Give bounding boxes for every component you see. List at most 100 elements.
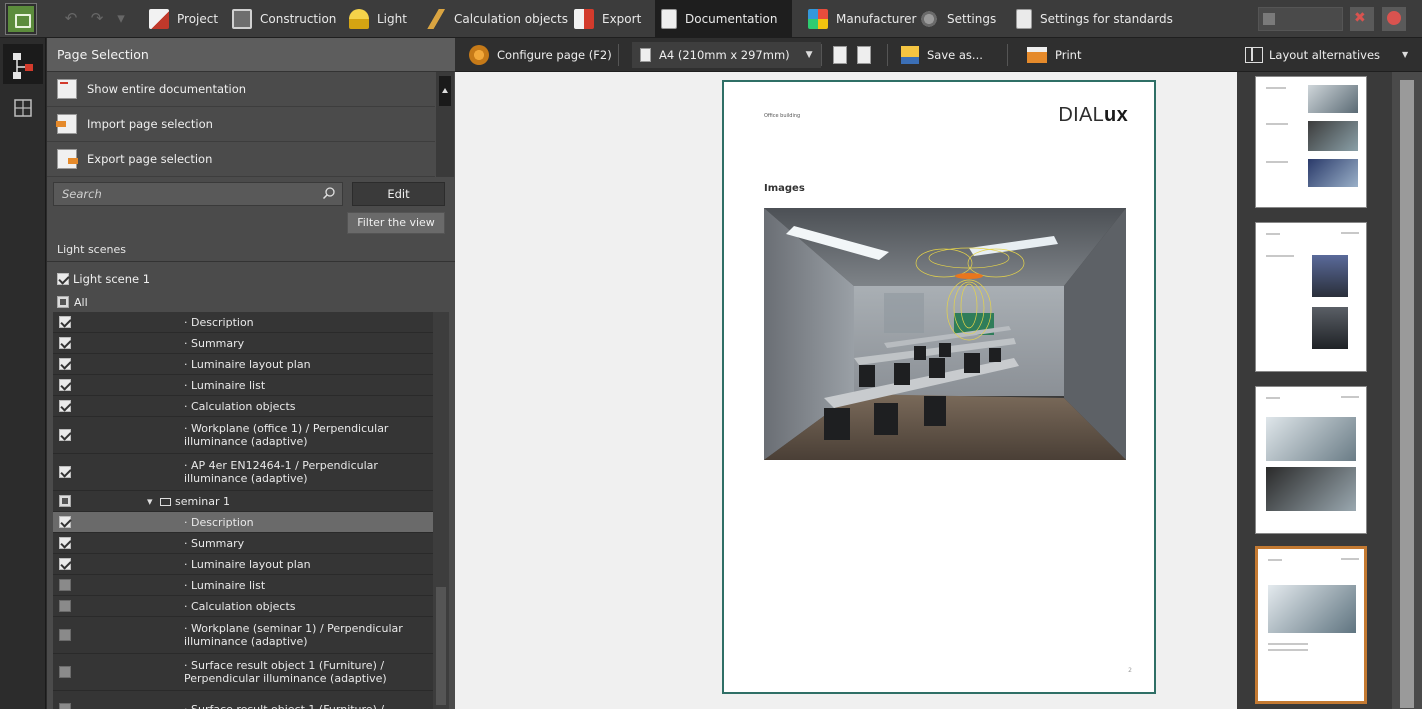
tree-folder-row[interactable]: ▾ 🗀 seminar 1 xyxy=(53,491,433,512)
all-label: All xyxy=(74,295,88,309)
page-navigation-button[interactable] xyxy=(857,38,871,72)
undo-icon[interactable]: ↶ xyxy=(62,10,80,26)
app-home-icon[interactable] xyxy=(5,3,37,35)
tree-row[interactable]: · Luminaire layout plan xyxy=(53,554,433,575)
app-menu-button[interactable] xyxy=(1382,7,1406,31)
configure-gear-icon xyxy=(469,45,489,65)
save-as-label: Save as... xyxy=(927,48,983,62)
thumbnails-view-button[interactable] xyxy=(3,88,43,128)
tree-row-label: · Calculation objects xyxy=(184,399,296,413)
show-entire-documentation-button[interactable]: Show entire documentation xyxy=(47,72,435,107)
layout-scrollbar[interactable] xyxy=(1392,72,1422,709)
checkbox-partial-icon[interactable] xyxy=(57,296,69,308)
layout-thumbnail-2[interactable] xyxy=(1255,222,1367,372)
tree-row-label: · Luminaire list xyxy=(184,378,266,392)
checkbox-partial-icon[interactable] xyxy=(59,495,71,507)
checkbox-checked-icon[interactable] xyxy=(59,466,71,478)
checkbox-checked-icon[interactable] xyxy=(59,358,71,370)
search-icon[interactable] xyxy=(322,186,336,200)
tree-row[interactable]: · Surface result object 1 (Furniture) / xyxy=(53,691,433,709)
layout-alternatives-dropdown[interactable]: Layout alternatives ▼ xyxy=(1237,38,1422,72)
menu-export[interactable]: Export xyxy=(568,0,647,38)
checkbox-checked-icon[interactable] xyxy=(59,516,71,528)
tree-row[interactable]: · Workplane (seminar 1) / Perpendicular … xyxy=(53,617,433,654)
configure-page-button[interactable]: Configure page (F2) xyxy=(469,38,612,72)
layout-thumbnail-3[interactable] xyxy=(1255,386,1367,534)
tree-row[interactable]: · AP 4er EN12464-1 / Perpendicular illum… xyxy=(53,454,433,491)
edit-button[interactable]: Edit xyxy=(352,182,445,206)
import-page-selection-button[interactable]: Import page selection xyxy=(47,107,435,142)
menu-settings-for-standards[interactable]: Settings for standards xyxy=(1010,0,1179,38)
dropdown-arrow-icon[interactable]: ▾ xyxy=(112,10,130,26)
settings-for-standards-icon xyxy=(1016,9,1032,29)
printer-icon xyxy=(1027,47,1047,63)
menu-documentation[interactable]: Documentation xyxy=(655,0,792,38)
menu-construction-label: Construction xyxy=(260,12,337,26)
checkbox-checked-icon[interactable] xyxy=(59,316,71,328)
actions-scrollbar[interactable] xyxy=(436,72,454,177)
layout-icon xyxy=(1245,46,1263,63)
redo-icon[interactable]: ↷ xyxy=(88,10,106,26)
search-input[interactable]: Search xyxy=(53,182,343,206)
layout-alternatives-label: Layout alternatives xyxy=(1269,47,1381,62)
print-label: Print xyxy=(1055,48,1082,62)
checkbox-checked-icon[interactable] xyxy=(59,537,71,549)
tree-scroll-thumb[interactable] xyxy=(436,587,446,705)
tree-scrollbar[interactable] xyxy=(433,312,449,709)
menu-manufacturer[interactable]: Manufacturer xyxy=(802,0,922,38)
close-project-button[interactable]: ✖ xyxy=(1350,7,1374,31)
layout-thumbnail-4-selected[interactable] xyxy=(1255,546,1367,704)
menu-construction[interactable]: Construction xyxy=(226,0,342,38)
save-as-button[interactable]: Save as... xyxy=(901,38,983,72)
import-page-selection-label: Import page selection xyxy=(87,117,213,131)
tree-row-label: · Description xyxy=(184,515,254,529)
checkbox-unchecked-icon[interactable] xyxy=(59,579,71,591)
tree-row[interactable]: · Calculation objects xyxy=(53,396,433,417)
checkbox-checked-icon[interactable] xyxy=(59,400,71,412)
filter-view-button[interactable]: Filter the view xyxy=(347,212,445,234)
tree-row[interactable]: · Luminaire list xyxy=(53,575,433,596)
tree-row-label: · Luminaire layout plan xyxy=(184,557,311,571)
checkbox-checked-icon[interactable] xyxy=(57,273,69,285)
menu-calculation-objects[interactable]: Calculation objects xyxy=(420,0,574,38)
tree-row-label: · Summary xyxy=(184,536,245,550)
menu-settings-label: Settings xyxy=(947,12,997,26)
tree-row[interactable]: · Workplane (office 1) / Perpendicular i… xyxy=(53,417,433,454)
light-scene-checkbox[interactable]: Light scene 1 xyxy=(57,268,150,290)
export-page-selection-button[interactable]: Export page selection xyxy=(47,142,435,177)
checkbox-checked-icon[interactable] xyxy=(59,379,71,391)
print-button[interactable]: Print xyxy=(1027,38,1081,72)
tree-row[interactable]: · Description xyxy=(53,512,433,533)
layout-scroll-thumb[interactable] xyxy=(1400,80,1414,708)
tree-row[interactable]: · Surface result object 1 (Furniture) / … xyxy=(53,654,433,691)
menu-settings[interactable]: Settings xyxy=(913,0,1002,38)
tree-view-button[interactable] xyxy=(3,44,43,84)
tree-row[interactable]: · Calculation objects xyxy=(53,596,433,617)
checkbox-checked-icon[interactable] xyxy=(59,429,71,441)
layout-thumbnail-1[interactable] xyxy=(1255,76,1367,208)
expand-arrow-icon[interactable]: ▾ xyxy=(147,495,156,508)
page-navigation-icon xyxy=(857,46,871,64)
tree-row[interactable]: · Summary xyxy=(53,333,433,354)
checkbox-unchecked-icon[interactable] xyxy=(59,666,71,678)
folder-label: seminar 1 xyxy=(175,494,231,508)
checkbox-unchecked-icon[interactable] xyxy=(59,703,71,709)
menu-light[interactable]: Light xyxy=(343,0,413,38)
checkbox-unchecked-icon[interactable] xyxy=(59,600,71,612)
tree-row[interactable]: · Summary xyxy=(53,533,433,554)
checkbox-unchecked-icon[interactable] xyxy=(59,629,71,641)
page-size-dropdown[interactable]: A4 (210mm x 297mm) ▼ xyxy=(632,42,821,68)
menu-project[interactable]: Project xyxy=(143,0,224,38)
select-all-checkbox[interactable]: All xyxy=(57,294,88,310)
checkbox-checked-icon[interactable] xyxy=(59,558,71,570)
help-field[interactable] xyxy=(1258,7,1343,31)
single-page-view-button[interactable] xyxy=(833,38,847,72)
tree-row[interactable]: · Luminaire layout plan xyxy=(53,354,433,375)
tree-row[interactable]: · Luminaire list xyxy=(53,375,433,396)
light-scene-label: Light scene 1 xyxy=(73,272,151,286)
tree-row[interactable]: · Description xyxy=(53,312,433,333)
scroll-up-icon[interactable] xyxy=(439,76,451,106)
menu-settings-for-standards-label: Settings for standards xyxy=(1040,12,1173,26)
tree-row-label: · Surface result object 1 (Furniture) / … xyxy=(184,659,387,685)
checkbox-checked-icon[interactable] xyxy=(59,337,71,349)
